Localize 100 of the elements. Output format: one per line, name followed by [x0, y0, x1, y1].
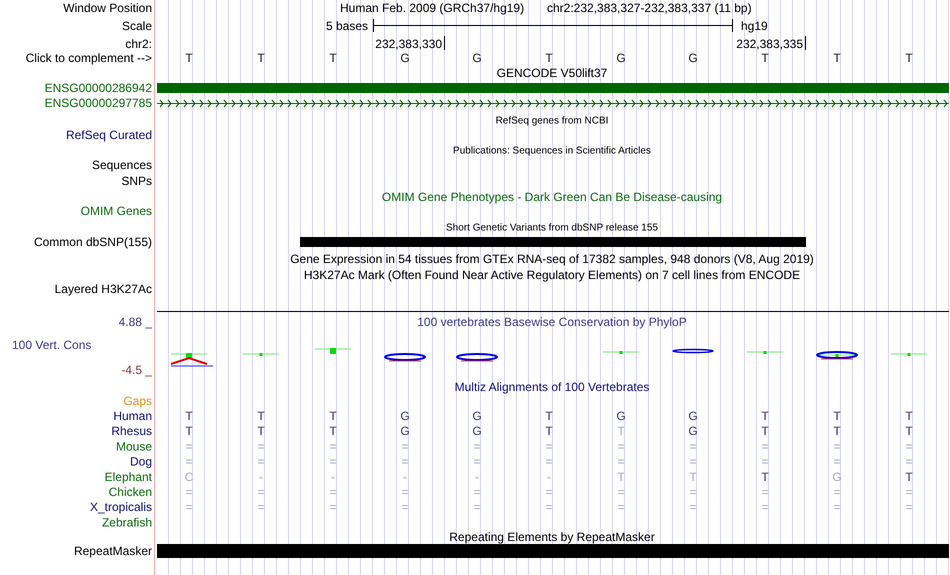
alignment-base: = [834, 500, 840, 514]
track-label[interactable]: RepeatMasker [74, 544, 152, 558]
row-label: Window Position [63, 1, 152, 15]
alignment-base: = [330, 454, 336, 469]
alignment-base: G [400, 409, 410, 423]
alignment-base: = [762, 500, 768, 514]
row-label: Scale [122, 19, 152, 33]
track-label[interactable]: RefSeq Curated [66, 128, 152, 142]
base-letter[interactable]: T [761, 51, 769, 65]
alignment-base: T [545, 409, 553, 423]
track-title: Multiz Alignments of 100 Vertebrates [454, 380, 650, 394]
track-title: Gene Expression in 54 tissues from GTEx RNA-seq of 17382 samples, 948 donors (V8, Aug 2019) [290, 252, 814, 266]
alignment-base: = [330, 485, 336, 499]
track-label[interactable]: Sequences [92, 158, 152, 172]
base-letter[interactable]: T [545, 51, 553, 65]
species-label[interactable]: Zebrafish [102, 515, 152, 530]
alignment-base: T [329, 424, 337, 438]
track-title: H3K27Ac Mark (Often Found Near Active Regulatory Elements) on 7 cell lines from ENCODE [304, 268, 800, 282]
coordinate-tick [805, 36, 806, 50]
alignment-base: - [331, 470, 335, 484]
track-label[interactable]: OMIM Genes [80, 204, 152, 218]
base-letter[interactable]: T [833, 51, 841, 65]
alignment-base: = [762, 454, 768, 469]
species-label[interactable]: Mouse [116, 439, 152, 454]
base-letter[interactable]: T [185, 51, 193, 65]
coordinate-label: 232,383,335 [736, 37, 803, 51]
variant-feature[interactable] [300, 237, 806, 247]
alignment-base: T [833, 424, 841, 438]
alignment-base: = [258, 439, 264, 454]
alignment-base: - [475, 470, 479, 484]
track-title: Publications: Sequences in Scientific Articles [453, 146, 651, 156]
species-label[interactable]: Dog [130, 454, 152, 469]
alignment-base: = [402, 485, 408, 499]
alignment-base: = [690, 439, 696, 454]
alignment-base: = [906, 485, 912, 499]
alignment-base: = [474, 485, 480, 499]
alignment-base: = [186, 485, 192, 499]
species-label[interactable]: Chicken [108, 485, 152, 499]
gene-label[interactable]: ENSG00000286942 [44, 81, 152, 95]
alignment-base: G [400, 424, 410, 438]
alignment-base: C [184, 470, 194, 484]
track-label[interactable]: 100 Vert. Cons [12, 338, 92, 352]
alignment-base: T [617, 424, 625, 438]
alignment-base: = [690, 454, 696, 469]
axis-min-label: -4.5 _ [121, 363, 152, 377]
track-label[interactable]: SNPs [121, 174, 152, 188]
gene-intron-drawing[interactable] [156, 100, 950, 108]
base-letter[interactable]: G [472, 51, 482, 65]
complement-link[interactable]: Click to complement --> [26, 51, 152, 65]
alignment-base: T [545, 424, 553, 438]
alignment-base: = [762, 485, 768, 499]
alignment-base: = [330, 439, 336, 454]
alignment-base: = [402, 500, 408, 514]
base-letter[interactable]: T [329, 51, 337, 65]
alignment-base: T [905, 424, 913, 438]
alignment-base: = [834, 454, 840, 469]
alignment-base: - [259, 470, 263, 484]
position-range: chr2:232,383,327-232,383,337 (11 bp) [547, 1, 752, 15]
base-letter[interactable]: G [400, 51, 410, 65]
alignment-base: T [905, 470, 913, 484]
scale-length: 5 bases [326, 19, 368, 33]
alignment-base: = [402, 454, 408, 469]
track-title: 100 vertebrates Basewise Conservation by PhyloP [417, 315, 687, 329]
alignment-base: = [186, 439, 192, 454]
alignment-base: G [688, 424, 698, 438]
gene-label[interactable]: ENSG00000297785 [44, 96, 152, 110]
species-label[interactable]: Human [113, 409, 152, 423]
repeat-feature[interactable] [157, 544, 949, 558]
alignment-base: T [617, 470, 625, 484]
track-label[interactable]: Layered H3K27Ac [54, 282, 152, 296]
alignment-base: G [472, 424, 482, 438]
alignment-base: = [546, 454, 552, 469]
gene-feature[interactable] [157, 83, 949, 93]
track-title: RefSeq genes from NCBI [496, 116, 608, 126]
alignment-base: = [762, 439, 768, 454]
coordinate-label: 232,383,330 [375, 37, 442, 51]
coordinate-tick [444, 36, 445, 50]
track-title: GENCODE V50lift37 [496, 66, 608, 80]
alignment-base: - [403, 470, 407, 484]
alignment-base: = [618, 485, 624, 499]
alignment-base: = [546, 439, 552, 454]
alignment-base: = [258, 454, 264, 469]
track-title: Short Genetic Variants from dbSNP release 155 [446, 222, 658, 234]
species-label[interactable]: Elephant [104, 470, 152, 484]
alignment-base: = [618, 500, 624, 514]
alignment-base: T [689, 470, 697, 484]
alignment-base: = [546, 500, 552, 514]
alignment-base: = [474, 454, 480, 469]
base-letter[interactable]: T [905, 51, 913, 65]
base-letter[interactable]: G [688, 51, 698, 65]
row-label: chr2: [125, 37, 152, 51]
alignment-base: = [834, 485, 840, 499]
track-label[interactable]: Common dbSNP(155) [34, 235, 152, 249]
alignment-base: = [906, 439, 912, 454]
track-title: Repeating Elements by RepeatMasker [449, 530, 655, 544]
alignment-base: T [833, 409, 841, 423]
base-letter[interactable]: G [616, 51, 626, 65]
species-label[interactable]: Rhesus [111, 424, 152, 438]
base-letter[interactable]: T [257, 51, 265, 65]
species-label[interactable]: X_tropicalis [90, 500, 152, 514]
